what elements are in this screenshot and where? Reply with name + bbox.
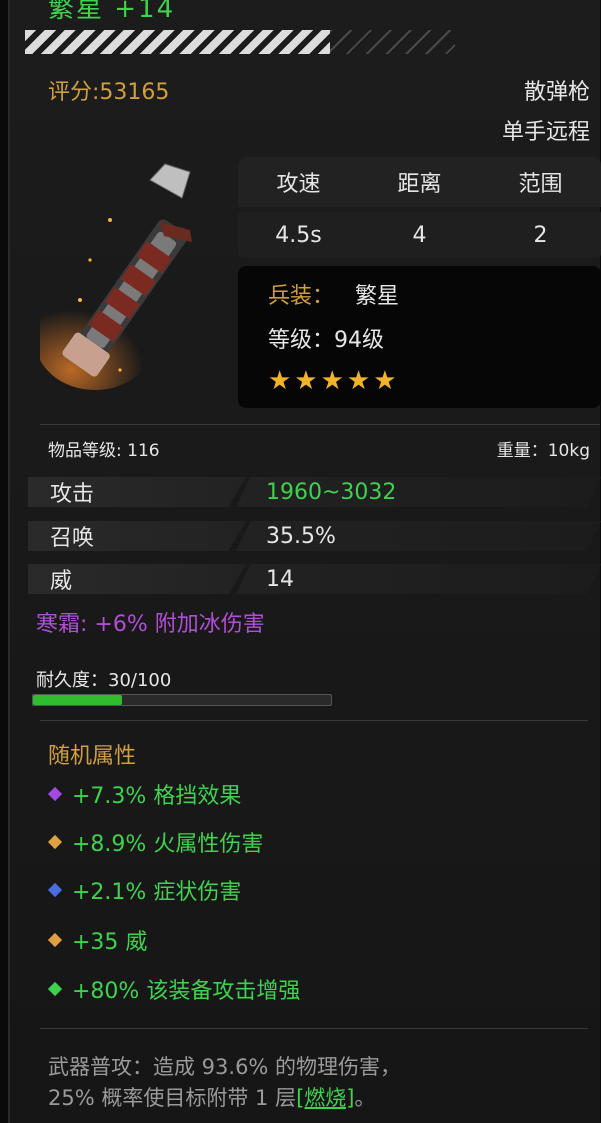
attr-value: 1960~3032	[236, 477, 601, 507]
attr-row-attack: 攻击 1960~3032	[28, 476, 601, 508]
random-attr-text: +35 威	[72, 930, 148, 955]
desc-line-2: 25% 概率使目标附带 1 层[燃烧]。	[48, 1086, 376, 1110]
enhance-progress-empty	[330, 30, 455, 54]
item-weight: 重量：10kg	[496, 441, 590, 461]
star-rating: ★★★★★	[268, 366, 400, 396]
stats-value-row: 4.5s 4 2	[238, 212, 601, 258]
frost-bonus: 寒霜: +6% 附加冰伤害	[36, 612, 265, 637]
stat-header-range: 范围	[518, 172, 563, 197]
weapon-image	[40, 163, 192, 390]
item-name: 繁星 +14	[48, 0, 176, 24]
stat-value-attack-speed: 4.5s	[275, 222, 322, 248]
diamond-gem-icon	[47, 882, 63, 898]
stat-value-distance: 4	[412, 222, 427, 248]
random-attr-item: +80% 该装备攻击增强	[47, 973, 301, 1005]
item-score: 评分:53165	[48, 80, 170, 105]
weapon-class: 单手远程	[501, 120, 590, 145]
weapon-type: 散弹枪	[523, 80, 590, 105]
stat-value-range: 2	[533, 222, 548, 248]
equip-line: 兵装： 繁星	[268, 278, 399, 310]
diamond-gem-icon	[47, 932, 63, 948]
random-attr-item: +2.1% 症状伤害	[47, 874, 242, 906]
random-attr-text: +80% 该装备攻击增强	[72, 979, 301, 1004]
attr-value: 14	[236, 564, 601, 594]
desc-line-1: 武器普攻：造成 93.6% 的物理伤害，	[48, 1055, 402, 1079]
attr-row-summon: 召唤 35.5%	[28, 520, 601, 552]
durability-label: 耐久度：30/100	[36, 670, 172, 691]
stat-header-attack-speed: 攻速	[276, 172, 321, 197]
diamond-gem-icon	[47, 834, 63, 850]
divider	[40, 424, 600, 425]
attr-name: 召唤	[28, 521, 246, 551]
random-attrs-title: 随机属性	[48, 744, 137, 769]
attr-value: 35.5%	[236, 521, 601, 551]
equip-info-box: 兵装： 繁星 等级：94级 ★★★★★	[238, 266, 601, 408]
skill-description: 武器普攻：造成 93.6% 的物理伤害， 25% 概率使目标附带 1 层[燃烧]…	[48, 1052, 598, 1114]
attr-name: 威	[28, 564, 246, 594]
equip-level: 等级：94级	[268, 328, 384, 353]
durability-bar	[32, 694, 332, 706]
equip-value: 繁星	[355, 284, 400, 309]
random-attr-item: +7.3% 格挡效果	[47, 778, 242, 810]
random-attr-item: +35 威	[47, 924, 148, 956]
stats-header-row: 攻速 距离 范围	[238, 157, 601, 207]
diamond-gem-icon	[47, 981, 63, 997]
random-attr-text: +2.1% 症状伤害	[72, 880, 242, 905]
random-attr-text: +7.3% 格挡效果	[72, 784, 242, 809]
item-level: 物品等级: 116	[48, 441, 160, 461]
divider	[40, 720, 588, 721]
burn-status-link[interactable]: [燃烧]	[296, 1086, 354, 1110]
random-attr-item: +8.9% 火属性伤害	[47, 826, 264, 858]
equip-label: 兵装：	[268, 284, 335, 309]
durability-fill	[33, 695, 123, 705]
attr-name: 攻击	[28, 477, 246, 507]
attr-row-wei: 威 14	[28, 563, 601, 595]
stat-header-distance: 距离	[397, 172, 442, 197]
divider	[40, 1028, 588, 1029]
item-tooltip-panel: 繁星 +14 评分:53165 散弹枪 单手远程 攻速 距离 范围 4.5s 4…	[8, 0, 601, 1123]
diamond-gem-icon	[47, 786, 63, 802]
random-attr-text: +8.9% 火属性伤害	[72, 832, 264, 857]
